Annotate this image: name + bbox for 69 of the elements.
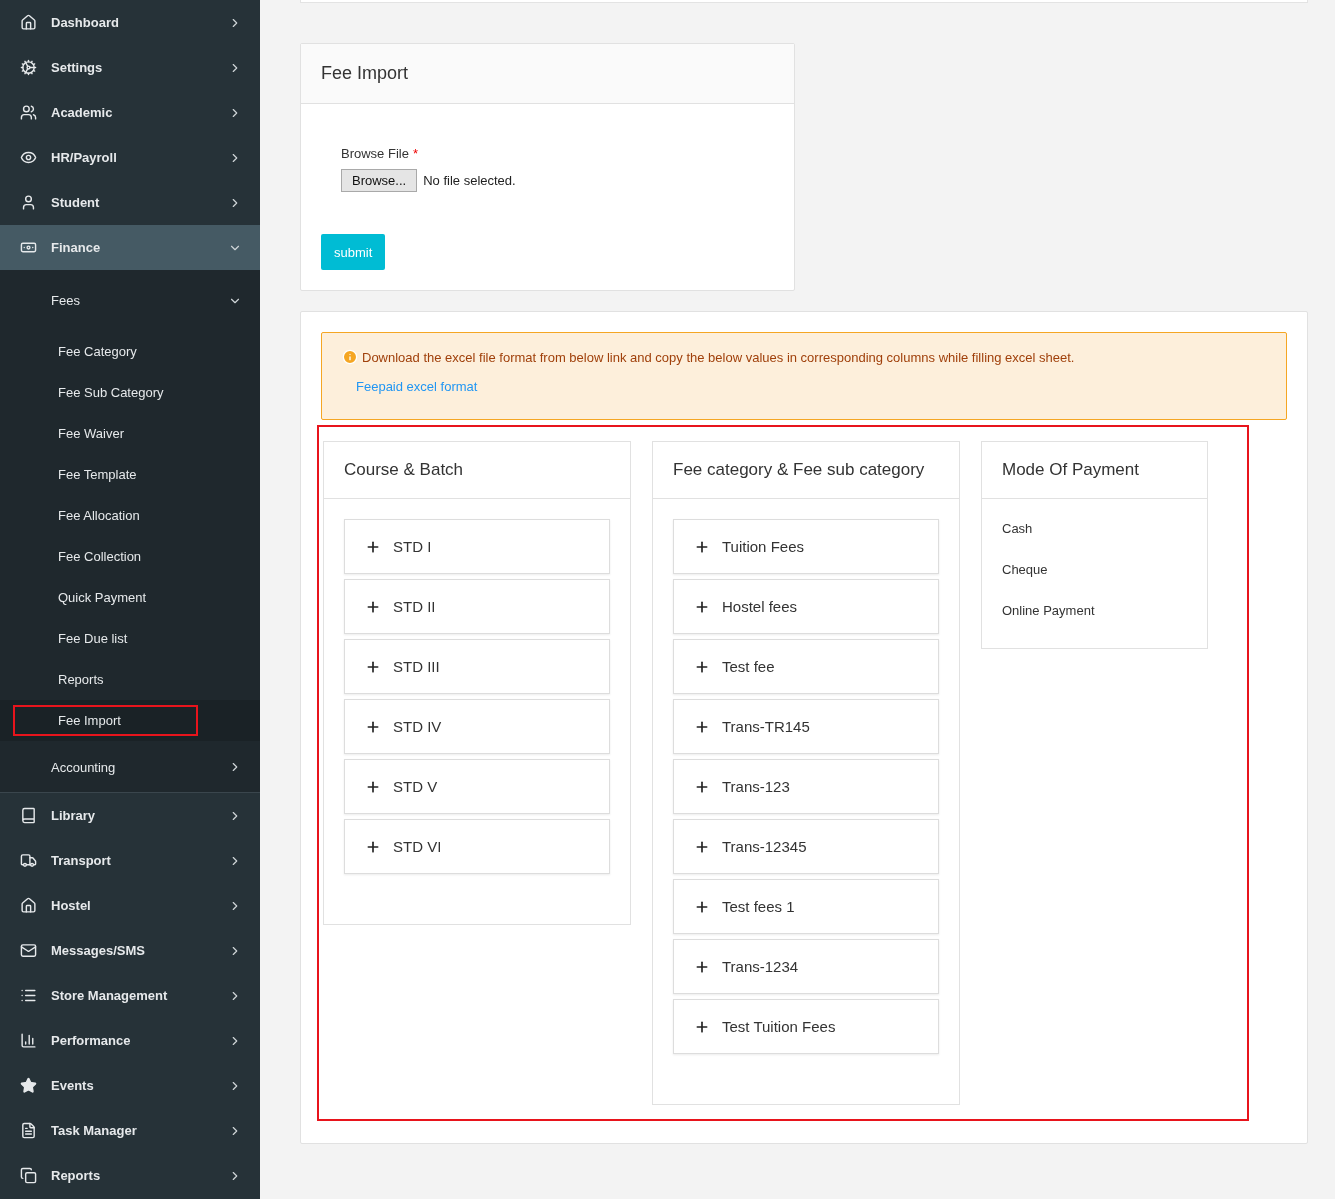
file-status: No file selected.: [423, 173, 516, 188]
accordion-item[interactable]: Hostel fees: [673, 579, 939, 634]
document-icon: [20, 1122, 37, 1139]
accordion-item[interactable]: Trans-12345: [673, 819, 939, 874]
field-label: Browse File: [341, 146, 409, 161]
payment-mode: Online Payment: [1002, 603, 1096, 618]
panel-title: Fee category & Fee sub category: [673, 460, 925, 480]
submenu-link[interactable]: Fee Template: [13, 459, 198, 490]
accordion-item[interactable]: Tuition Fees: [673, 519, 939, 574]
envelope-icon: [20, 942, 37, 959]
submenu-link[interactable]: Fee Waiver: [13, 418, 198, 449]
accordion-item[interactable]: Trans-123: [673, 759, 939, 814]
accordion-item[interactable]: Test Tuition Fees: [673, 999, 939, 1054]
sidebar-item[interactable]: Academic: [0, 90, 260, 135]
panel-title: Course & Batch: [344, 460, 464, 480]
copy-icon: [20, 1167, 37, 1184]
submenu-link[interactable]: Fee Category: [13, 336, 198, 367]
browse-button[interactable]: Browse...: [341, 169, 418, 192]
sidebar-item[interactable]: Events: [0, 1063, 260, 1108]
sidebar-item[interactable]: Finance: [0, 225, 260, 270]
accordion-item[interactable]: Trans-TR145: [673, 699, 939, 754]
sidebar-item[interactable]: Store Management: [0, 973, 260, 1018]
payment-mode: Cheque: [1002, 562, 1049, 577]
sidebar-item[interactable]: Settings: [0, 45, 260, 90]
sidebar-item[interactable]: Reports: [0, 1153, 260, 1198]
submenu-link[interactable]: Fee Sub Category: [13, 377, 198, 408]
sidebar-item[interactable]: Student: [0, 180, 260, 225]
info-icon: [342, 349, 358, 365]
sidebar-item[interactable]: Dashboard: [0, 0, 260, 45]
accordion-item[interactable]: Test fee: [673, 639, 939, 694]
truck-icon: [20, 852, 37, 869]
eye-icon: [20, 149, 37, 166]
submenu-link[interactable]: Quick Payment: [13, 582, 198, 613]
house-icon: [20, 897, 37, 914]
list-icon: [20, 987, 37, 1004]
sidebar-item[interactable]: Transport: [0, 838, 260, 883]
sidebar-item[interactable]: Performance: [0, 1018, 260, 1063]
sidebar-item[interactable]: Hostel: [0, 883, 260, 928]
accordion-item[interactable]: STD I: [344, 519, 610, 574]
accordion-item[interactable]: Trans-1234: [673, 939, 939, 994]
user-icon: [20, 194, 37, 211]
accordion-item[interactable]: STD II: [344, 579, 610, 634]
sidebar-item[interactable]: Task Manager: [0, 1108, 260, 1153]
sidebar-item[interactable]: HR/Payroll: [0, 135, 260, 180]
home-icon: [20, 14, 37, 31]
gears-icon: [20, 59, 37, 76]
submenu-link[interactable]: Fee Allocation: [13, 500, 198, 531]
accordion-item[interactable]: STD IV: [344, 699, 610, 754]
star-icon: [20, 1077, 37, 1094]
submenu-link[interactable]: Fee Import: [13, 705, 198, 736]
submenu-link[interactable]: Fee Collection: [13, 541, 198, 572]
sidebar-item[interactable]: Messages/SMS: [0, 928, 260, 973]
submenu-item[interactable]: Accounting: [0, 741, 260, 793]
accordion-item[interactable]: STD V: [344, 759, 610, 814]
submenu-item[interactable]: Fees: [0, 278, 260, 323]
payment-mode: Cash: [1002, 521, 1034, 536]
sidebar-item[interactable]: Library: [0, 793, 260, 838]
book-icon: [20, 807, 37, 824]
accordion-item[interactable]: Test fees 1: [673, 879, 939, 934]
submenu-link[interactable]: Fee Due list: [13, 623, 198, 654]
panel-title: Mode Of Payment: [1002, 460, 1139, 480]
accordion-item[interactable]: STD VI: [344, 819, 610, 874]
submenu-link[interactable]: Reports: [13, 664, 198, 695]
card-title: Fee Import: [321, 63, 409, 84]
required-mark: *: [412, 146, 418, 161]
alert-text: Download the excel file format from below link and copy the below values in corresponding columns while filling excel sheet.: [362, 349, 1075, 365]
users-icon: [20, 104, 37, 121]
bar-chart-icon: [20, 1032, 37, 1049]
accordion-item[interactable]: STD III: [344, 639, 610, 694]
